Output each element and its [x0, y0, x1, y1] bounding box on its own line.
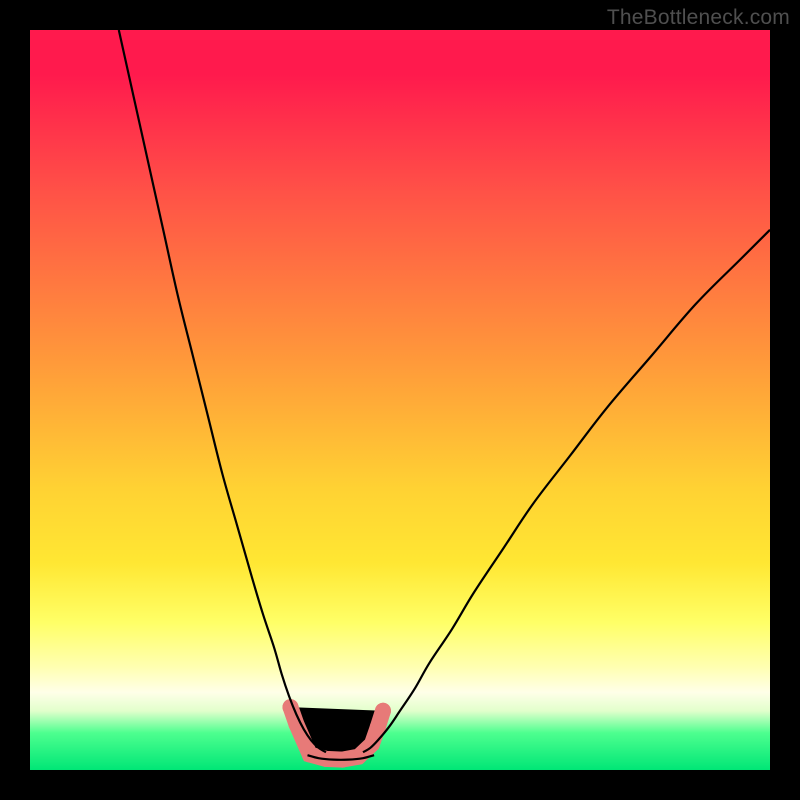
series-right-branch — [363, 230, 770, 752]
marker-dot — [302, 746, 318, 762]
chart-frame: TheBottleneck.com — [0, 0, 800, 800]
curve-paths — [119, 30, 770, 760]
series-left-branch — [119, 30, 326, 752]
watermark-text: TheBottleneck.com — [607, 6, 790, 30]
chart-svg — [30, 30, 770, 770]
marker-dot — [375, 703, 391, 719]
